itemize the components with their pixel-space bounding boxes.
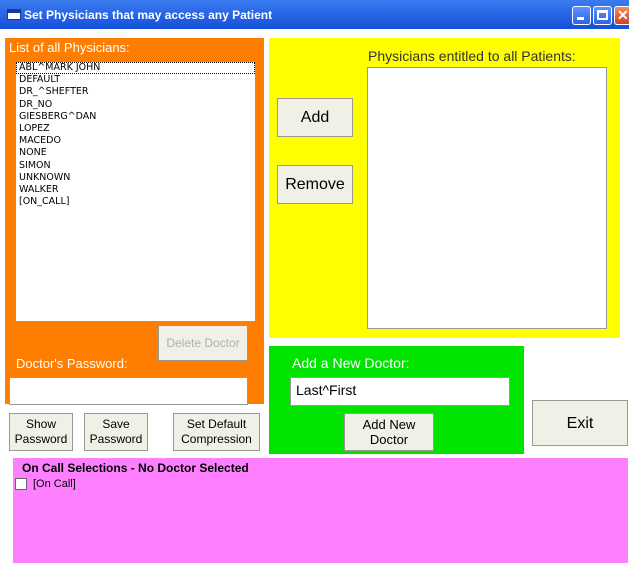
physician-list-item[interactable]: LOPEZ bbox=[16, 123, 255, 135]
password-label: Doctor's Password: bbox=[16, 356, 128, 371]
physician-list-item[interactable]: DR_^SHEFTER bbox=[16, 86, 255, 98]
window-title: Set Physicians that may access any Patie… bbox=[24, 8, 273, 22]
physician-list-item[interactable]: UNKNOWN bbox=[16, 172, 255, 184]
physician-list-item[interactable]: DEFAULT bbox=[16, 74, 255, 86]
new-doctor-label: Add a New Doctor: bbox=[292, 355, 410, 371]
physician-list-item[interactable]: [ON_CALL] bbox=[16, 196, 255, 208]
physician-list-item[interactable]: ABL^MARK JOHN bbox=[16, 62, 255, 75]
close-button[interactable]: ✕ bbox=[614, 6, 629, 25]
physician-list-item[interactable]: SIMON bbox=[16, 160, 255, 172]
physicians-list-label: List of all Physicians: bbox=[9, 40, 130, 55]
window-app-icon[interactable] bbox=[7, 9, 21, 20]
remove-button[interactable]: Remove bbox=[277, 165, 353, 204]
physician-list-item[interactable]: MACEDO bbox=[16, 135, 255, 147]
on-call-title: On Call Selections - No Doctor Selected bbox=[22, 461, 249, 475]
physician-list-item[interactable]: DR_NO bbox=[16, 99, 255, 111]
entitled-list[interactable] bbox=[367, 67, 607, 329]
physician-list-item[interactable]: GIESBERG^DAN bbox=[16, 111, 255, 123]
maximize-icon bbox=[597, 10, 608, 20]
show-password-button[interactable]: Show Password bbox=[9, 413, 73, 451]
delete-doctor-button[interactable]: Delete Doctor bbox=[158, 325, 248, 361]
save-password-button[interactable]: Save Password bbox=[84, 413, 148, 451]
title-bar[interactable]: Set Physicians that may access any Patie… bbox=[0, 0, 629, 29]
add-button[interactable]: Add bbox=[277, 98, 353, 137]
on-call-option-label[interactable]: [On Call] bbox=[33, 478, 76, 490]
entitled-list-label: Physicians entitled to all Patients: bbox=[368, 48, 576, 64]
minimize-icon bbox=[577, 17, 584, 20]
password-field[interactable] bbox=[9, 377, 248, 405]
on-call-checkbox[interactable] bbox=[15, 478, 27, 490]
set-default-compression-button[interactable]: Set Default Compression bbox=[173, 413, 260, 451]
new-doctor-name-field[interactable]: Last^First bbox=[290, 377, 510, 406]
on-call-option[interactable]: [On Call] bbox=[15, 478, 76, 490]
add-new-doctor-button[interactable]: Add New Doctor bbox=[344, 413, 434, 451]
exit-button[interactable]: Exit bbox=[532, 400, 628, 446]
physician-list-item[interactable]: NONE bbox=[16, 147, 255, 159]
close-icon: ✕ bbox=[617, 7, 629, 23]
physician-list-item[interactable]: WALKER bbox=[16, 184, 255, 196]
minimize-button[interactable] bbox=[572, 6, 591, 25]
physicians-list[interactable]: ABL^MARK JOHN DEFAULT DR_^SHEFTER DR_NO GIES… bbox=[15, 61, 256, 322]
maximize-button[interactable] bbox=[593, 6, 612, 25]
